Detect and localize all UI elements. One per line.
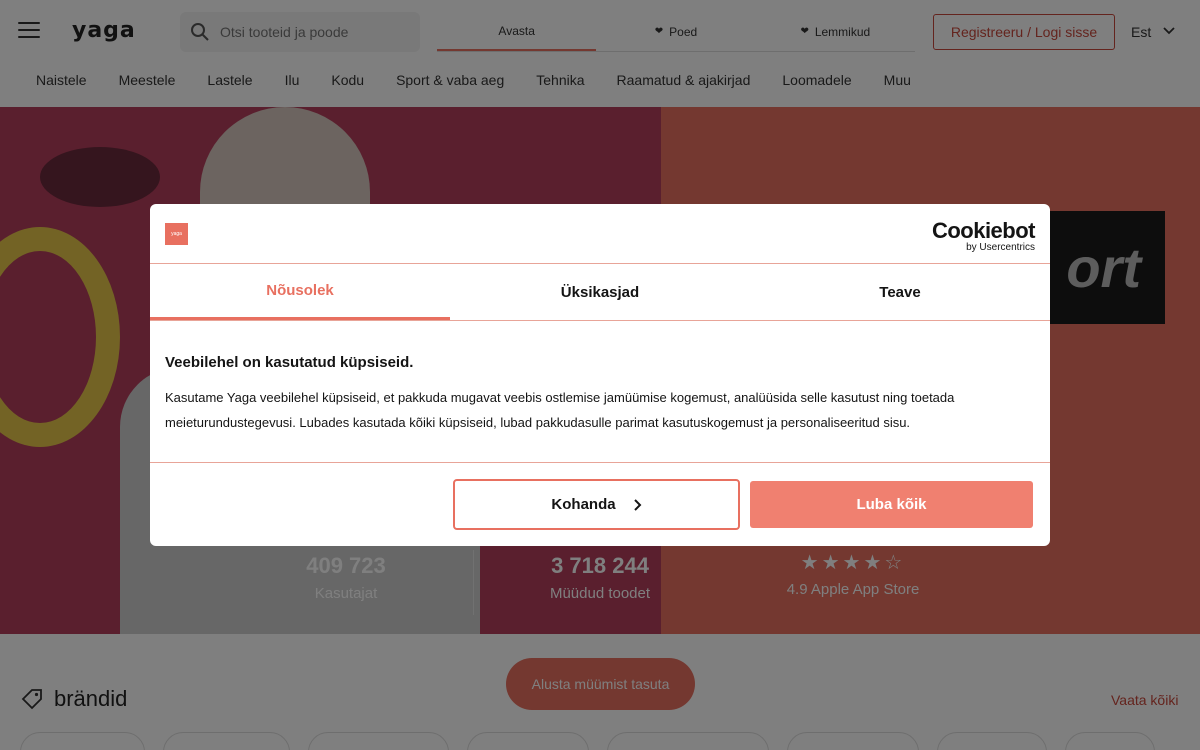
chevron-right-icon	[633, 498, 641, 511]
cookiebot-logo[interactable]: Cookiebot by Usercentrics	[931, 218, 1036, 253]
cookiebot-name: Cookiebot	[931, 218, 1036, 243]
tab-details[interactable]: Üksikasjad	[450, 264, 750, 320]
yaga-logo: yaga	[165, 223, 188, 245]
tab-consent[interactable]: Nõusolek	[150, 264, 450, 320]
tab-about[interactable]: Teave	[750, 264, 1050, 320]
dialog-tabs: Nõusolek Üksikasjad Teave	[150, 264, 1050, 321]
customize-label: Kohanda	[551, 496, 616, 513]
dialog-header: yaga Cookiebot by Usercentrics	[150, 204, 1050, 264]
allow-all-button[interactable]: Luba kõik	[750, 481, 1033, 528]
cookie-consent-dialog: yaga Cookiebot by Usercentrics Nõusolek …	[150, 204, 1050, 546]
dialog-title: Veebilehel on kasutatud küpsiseid.	[165, 354, 414, 371]
customize-button[interactable]: Kohanda	[453, 479, 740, 530]
dialog-body: Veebilehel on kasutatud küpsiseid. Kasut…	[150, 321, 1050, 463]
dialog-description: Kasutame Yaga veebilehel küpsiseid, et p…	[165, 390, 955, 430]
